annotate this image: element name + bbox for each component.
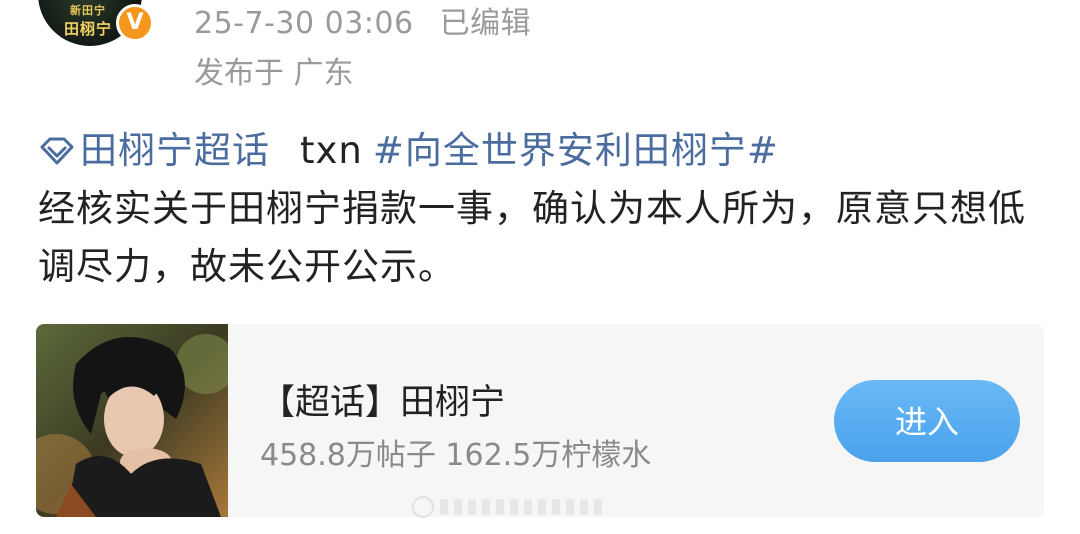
post-content: 经核实关于田栩宁捐款一事，确认为本人所为，原意只想低调尽力，故未公开公示。 <box>38 187 1026 288</box>
supertopic-card[interactable]: 【超话】田栩宁 458.8万帖子 162.5万柠檬水 进入 <box>36 324 1044 517</box>
enter-button[interactable]: 进入 <box>834 380 1020 462</box>
avatar-logo-text: 新田宁 田栩宁 <box>63 4 112 38</box>
post-body: 田栩宁超话 txn #向全世界安利田栩宁# 经核实关于田栩宁捐款一事，确认为本人所为… <box>38 122 1048 296</box>
supertopic-card-title: 【超话】田栩宁 <box>260 383 506 423</box>
verified-badge-icon: V <box>116 4 154 42</box>
hashtag-link[interactable]: #向全世界安利田栩宁# <box>373 129 779 172</box>
supertopic-link-label: 田栩宁超话 <box>80 129 270 172</box>
supertopic-diamond-icon <box>40 137 74 165</box>
supertopic-link[interactable]: 田栩宁超话 <box>38 129 270 172</box>
edited-label[interactable]: 已编辑 <box>440 6 532 41</box>
post-plain-text: txn <box>300 129 363 172</box>
watermark-logo-icon <box>412 496 434 518</box>
supertopic-thumbnail <box>36 324 228 517</box>
weibo-watermark <box>412 491 602 523</box>
thumbnail-photo <box>36 324 228 517</box>
post-location: 发布于 广东 <box>194 56 354 91</box>
supertopic-card-stats: 458.8万帖子 162.5万柠檬水 <box>260 438 652 473</box>
post-meta: 25-7-30 03:06 已编辑 <box>194 0 531 42</box>
post-timestamp: 25-7-30 03:06 <box>194 6 414 41</box>
weibo-post: 新田宁 田栩宁 V 25-7-30 03:06 已编辑 发布于 广东 田栩宁超话 t… <box>0 0 1080 534</box>
